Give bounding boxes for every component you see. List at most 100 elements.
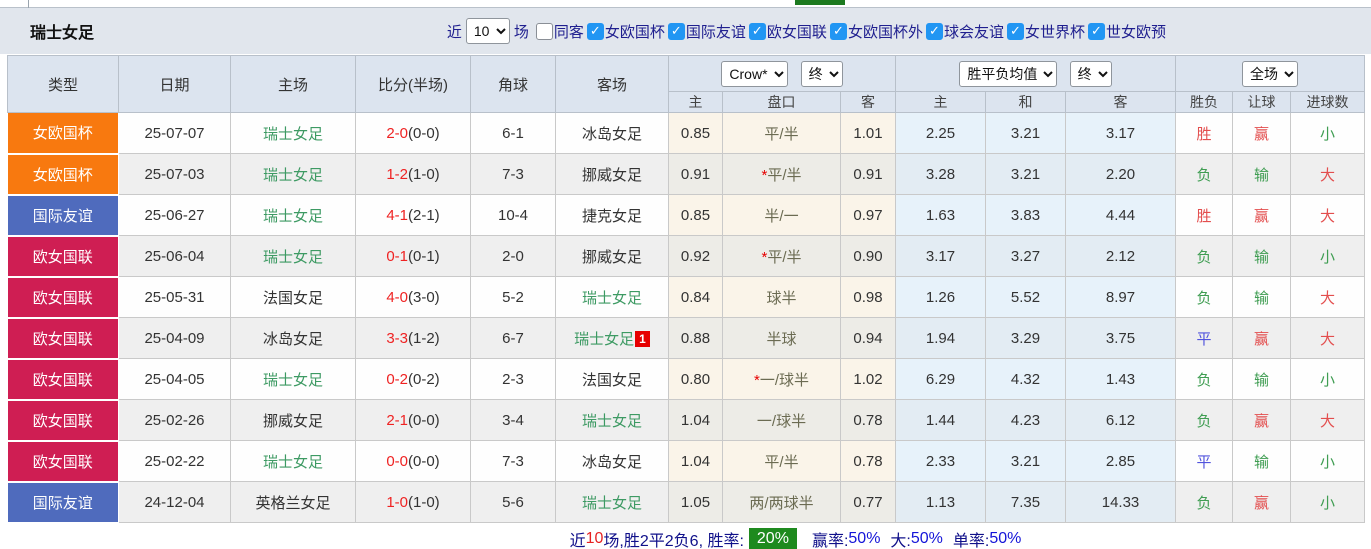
away-team-name[interactable]: 瑞士女足	[574, 331, 634, 348]
home-team-cell: 挪威女足	[230, 399, 356, 441]
away-team-name[interactable]: 冰岛女足	[582, 454, 642, 471]
match-row: 女欧国杯 25-07-03 瑞士女足 1-2(1-0) 7-3 挪威女足 0.9…	[7, 153, 1366, 196]
competition-label: 女世界杯	[1024, 23, 1085, 41]
handicap-line: 平/半	[767, 248, 802, 266]
competition-filter: 女世界杯	[1006, 21, 1085, 42]
summary-recent-count: 10	[585, 529, 604, 547]
corner-cell: 10-4	[470, 194, 556, 236]
average-draw-odds-cell: 4.32	[985, 358, 1066, 400]
subheader-hcap-line: 盘口	[722, 91, 841, 113]
win-rate-badge: 20%	[748, 527, 797, 549]
handicap-line: 半/一	[764, 207, 799, 225]
away-team-name[interactable]: 冰岛女足	[582, 126, 642, 143]
same-away-label: 同客	[553, 23, 584, 41]
competition-label: 女欧国杯外	[847, 23, 923, 41]
fulltime-score: 0-0	[386, 452, 408, 470]
col-header-date: 日期	[118, 55, 231, 113]
home-team-name[interactable]: 英格兰女足	[255, 495, 330, 512]
home-team-name[interactable]: 瑞士女足	[263, 167, 323, 184]
match-row: 欧女国联 25-02-26 挪威女足 2-1(0-0) 3-4 瑞士女足 1.0…	[7, 399, 1366, 442]
average-away-odds-cell: 6.12	[1064, 399, 1177, 441]
odds-stage-select[interactable]: 终	[800, 60, 843, 87]
average-stage-select[interactable]: 终	[1069, 60, 1112, 87]
away-team-cell: 瑞士女足	[555, 276, 669, 318]
fulltime-score: 1-2	[386, 165, 408, 183]
unit-label: 场	[513, 23, 529, 41]
handicap-rate-label: 赢率:	[811, 532, 849, 549]
competition-checkbox[interactable]	[586, 22, 604, 40]
scope-select[interactable]: 全场	[1242, 60, 1299, 87]
away-team-cell: 冰岛女足	[555, 112, 669, 154]
average-type-select[interactable]: 胜平负均值	[959, 60, 1058, 87]
away-team-name[interactable]: 捷克女足	[582, 208, 642, 225]
corner-cell: 6-1	[470, 112, 556, 154]
average-draw-odds-cell: 5.52	[985, 276, 1066, 318]
halftime-score: (1-2)	[408, 329, 440, 347]
result-cell: 负	[1175, 481, 1234, 523]
competition-checkbox[interactable]	[829, 22, 847, 40]
score-cell: 0-1(0-1)	[355, 235, 471, 277]
match-date-cell: 25-04-09	[118, 317, 231, 359]
home-team-name[interactable]: 瑞士女足	[263, 208, 323, 225]
scope-select-group: 全场	[1175, 55, 1366, 92]
competition-checkbox[interactable]	[1087, 22, 1105, 40]
match-row: 欧女国联 25-04-09 冰岛女足 3-3(1-2) 6-7 瑞士女足 1 0.…	[7, 317, 1366, 360]
home-team-name[interactable]: 瑞士女足	[263, 372, 323, 389]
summary-bar: 近 10 场,胜2平2负6, 胜率: 20% 赢率: 50% 大: 50% 单率: 50%	[0, 524, 1371, 549]
average-draw-odds-cell: 3.21	[985, 440, 1066, 482]
handicap-away-odds-cell: 1.01	[840, 112, 896, 154]
home-team-name[interactable]: 瑞士女足	[263, 454, 323, 471]
handicap-line-cell: *平/半	[722, 153, 841, 195]
average-away-odds-cell: 4.44	[1064, 194, 1177, 236]
average-draw-odds-cell: 4.23	[985, 399, 1066, 441]
away-team-name[interactable]: 瑞士女足	[582, 413, 642, 430]
competition-type-cell: 女欧国杯	[7, 153, 119, 196]
away-team-name[interactable]: 瑞士女足	[582, 495, 642, 512]
competition-checkbox[interactable]	[1006, 22, 1024, 40]
home-team-name[interactable]: 瑞士女足	[263, 126, 323, 143]
away-team-name[interactable]: 瑞士女足	[582, 290, 642, 307]
goals-result-cell: 大	[1290, 194, 1366, 236]
competition-checkbox[interactable]	[748, 22, 766, 40]
score-cell: 0-0(0-0)	[355, 440, 471, 482]
handicap-line: 两/两球半	[749, 494, 814, 512]
away-team-name[interactable]: 挪威女足	[582, 249, 642, 266]
match-row: 欧女国联 25-06-04 瑞士女足 0-1(0-1) 2-0 挪威女足 0.9…	[7, 235, 1366, 278]
col-header-home: 主场	[230, 55, 356, 113]
subheader-hcap-away: 客	[840, 91, 896, 113]
subheader-goals-result: 进球数	[1290, 91, 1366, 113]
result-cell: 负	[1175, 276, 1234, 318]
competition-filter: 女欧国杯	[586, 21, 665, 42]
recent-count-select[interactable]: 10	[465, 18, 510, 44]
goals-result-cell: 小	[1290, 358, 1366, 400]
average-home-odds-cell: 1.63	[895, 194, 986, 236]
away-team-name[interactable]: 挪威女足	[582, 167, 642, 184]
average-home-odds-cell: 3.28	[895, 153, 986, 195]
home-team-name[interactable]: 冰岛女足	[263, 331, 323, 348]
home-team-name[interactable]: 法国女足	[263, 290, 323, 307]
competition-checkbox[interactable]	[667, 22, 685, 40]
home-team-cell: 英格兰女足	[230, 481, 356, 523]
competition-label: 女欧国杯	[604, 23, 665, 41]
away-team-cell: 冰岛女足	[555, 440, 669, 482]
fulltime-score: 2-0	[386, 124, 408, 142]
handicap-result-cell: 赢	[1232, 481, 1292, 523]
halftime-score: (0-0)	[408, 411, 440, 429]
home-team-name[interactable]: 瑞士女足	[263, 249, 323, 266]
match-date-cell: 25-02-26	[118, 399, 231, 441]
top-strip	[0, 0, 1371, 8]
match-date-cell: 25-04-05	[118, 358, 231, 400]
home-team-cell: 瑞士女足	[230, 358, 356, 400]
home-team-name[interactable]: 挪威女足	[263, 413, 323, 430]
average-away-odds-cell: 3.75	[1064, 317, 1177, 359]
odds-provider-select[interactable]: Crow*	[721, 60, 789, 87]
score-cell: 1-0(1-0)	[355, 481, 471, 523]
away-team-name[interactable]: 法国女足	[582, 372, 642, 389]
match-date-cell: 25-06-04	[118, 235, 231, 277]
summary-recent-label: 近	[569, 532, 586, 549]
handicap-home-odds-cell: 1.04	[668, 440, 723, 482]
same-away-checkbox[interactable]	[535, 22, 553, 40]
competition-checkbox[interactable]	[925, 22, 943, 40]
competition-filter: 世女欧预	[1087, 21, 1166, 42]
match-row: 欧女国联 25-04-05 瑞士女足 0-2(0-2) 2-3 法国女足 0.8…	[7, 358, 1366, 401]
